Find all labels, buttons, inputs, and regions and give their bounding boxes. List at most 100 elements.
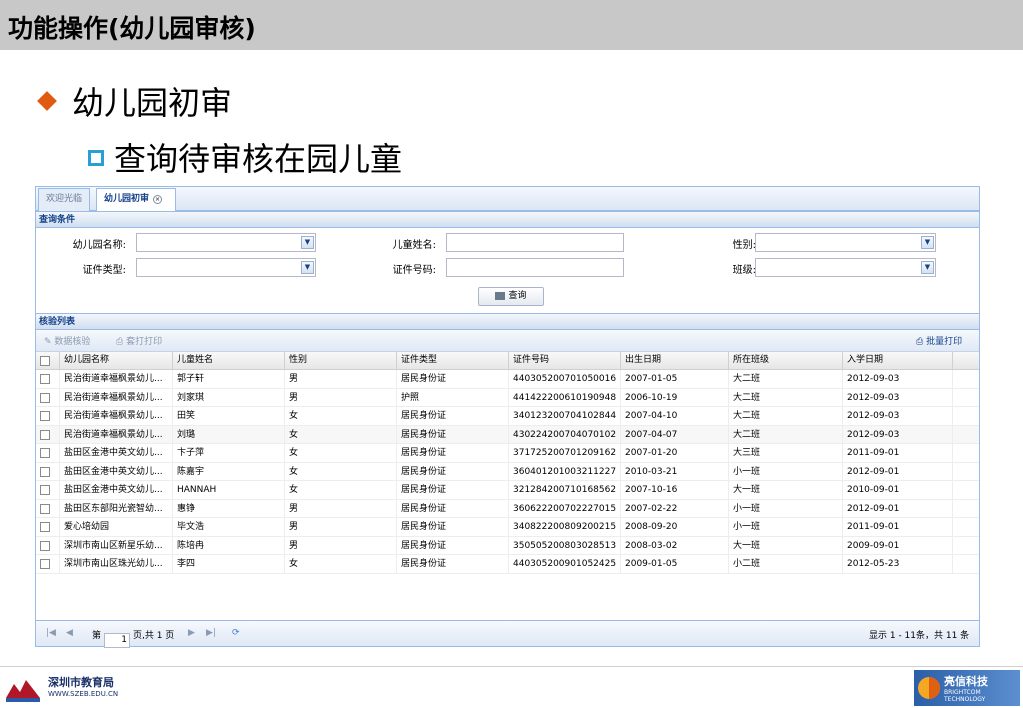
table-row[interactable]: 民治街道幸福枫景幼儿... 刘璐女居民身份证 430224200704070102 2… [36,425,979,444]
close-tab-icon[interactable]: × [153,195,163,204]
table-cell: 2011-09-01 [843,518,953,536]
table-cell: 大二班 [729,370,843,388]
table-row[interactable]: 盐田区东部阳光瓷智幼... 惠铮男居民身份证 360622200702227015 2… [36,499,979,518]
chevron-down-icon[interactable]: ▼ [921,236,934,249]
table-cell: 371725200701209162 [509,444,621,462]
kindergarten-select[interactable]: ▼ [136,233,316,252]
grid-body: 民治街道幸福枫景幼儿... 郭子轩男居民身份证 440305200701050016… [36,370,979,574]
next-page-icon[interactable]: ▶ [188,628,195,638]
row-select-cell [36,481,60,499]
table-row[interactable]: 盐田区金港中英文幼儿... HANNAH 女居民身份证 321284200710168… [36,481,979,500]
first-page-icon[interactable]: |◀ [46,628,56,638]
column-header[interactable]: 儿童姓名 [173,352,285,369]
gender-select[interactable]: ▼ [755,233,936,252]
table-cell: 居民身份证 [397,444,509,462]
table-cell: 女 [285,425,397,443]
table-row[interactable]: 盐田区金港中英文幼儿... 卞子萍女居民身份证 371725200701209162… [36,444,979,463]
select-all-cell [36,352,60,369]
table-row[interactable]: 民治街道幸福枫景幼儿... 刘家琪男护照 441422200610190948 200… [36,388,979,407]
verify-label: 数据核验 [54,337,91,347]
table-row[interactable]: 民治街道幸福枫景幼儿... 田笑女居民身份证 340123200704102844 2… [36,407,979,426]
row-checkbox[interactable] [40,540,50,551]
table-cell: 大二班 [729,388,843,406]
child-name-input[interactable] [446,233,624,252]
row-checkbox[interactable] [40,429,50,440]
column-header[interactable]: 证件类型 [397,352,509,369]
row-select-cell [36,444,60,462]
table-cell: 盐田区东部阳光瓷智幼... [60,499,173,517]
verify-button[interactable]: ✎ 数据核验 [44,334,90,347]
chevron-down-icon[interactable]: ▼ [921,261,934,274]
table-row[interactable]: 深圳市南山区新星乐幼... 陈培冉男居民身份证 350505200803028513… [36,536,979,555]
pager-summary: 显示 1 - 11条，共 11 条 [869,631,970,641]
row-select-cell [36,425,60,443]
table-row[interactable]: 盐田区金港中英文幼儿... 陈嘉宇女居民身份证 360401201003211227… [36,462,979,481]
table-cell: 刘璐 [173,425,285,443]
table-cell: 2009-09-01 [843,536,953,554]
column-header[interactable]: 入学日期 [843,352,953,369]
column-header[interactable]: 所在班级 [729,352,843,369]
app-window: 欢迎光临 幼儿园初审 × 查询条件 幼儿园名称: ▼ 儿童姓名: 性别: ▼ 证件… [35,186,980,648]
column-header[interactable]: 证件号码 [509,352,621,369]
batch-print-button[interactable]: ⎙ 批量打印 [916,334,962,347]
table-cell: 女 [285,481,397,499]
row-checkbox[interactable] [40,448,50,458]
bullet-level2: 查询待审核在园儿童 [88,134,402,180]
table-cell: 2012-09-01 [843,462,953,480]
refresh-icon[interactable]: ⟳ [232,628,240,638]
table-cell: 居民身份证 [397,481,509,499]
table-cell: 民治街道幸福枫景幼儿... [60,370,173,388]
prev-page-icon[interactable]: ◀ [66,628,73,638]
row-checkbox[interactable] [40,559,50,569]
page-suffix: 页,共 1 页 [133,631,175,641]
row-checkbox[interactable] [40,485,50,495]
column-header[interactable]: 性别 [285,352,397,369]
row-checkbox[interactable] [40,374,50,384]
select-all-checkbox[interactable] [40,356,50,366]
row-select-cell [36,370,60,388]
id-number-input[interactable] [446,258,624,277]
row-checkbox[interactable] [40,411,50,421]
query-form: 幼儿园名称: ▼ 儿童姓名: 性别: ▼ 证件类型: ▼ 证件号码: 班级: ▼… [36,228,979,313]
table-cell: 男 [285,536,397,554]
table-cell: 2012-09-03 [843,425,953,443]
class-select[interactable]: ▼ [755,258,936,277]
row-checkbox[interactable] [40,522,50,532]
table-cell: 居民身份证 [397,462,509,480]
table-cell: 民治街道幸福枫景幼儿... [60,388,173,406]
column-header[interactable]: 出生日期 [621,352,729,369]
row-checkbox[interactable] [40,466,50,477]
table-cell: 盐田区金港中英文幼儿... [60,481,173,499]
table-cell: 大一班 [729,536,843,554]
table-cell: 340822200809200215 [509,518,621,536]
table-cell: 田笑 [173,407,285,425]
chevron-down-icon[interactable]: ▼ [301,236,314,249]
table-cell: 2007-02-22 [621,499,729,517]
table-cell: 360622200702227015 [509,499,621,517]
table-cell: 2007-04-07 [621,425,729,443]
result-grid: 幼儿园名称 儿童姓名 性别 证件类型 证件号码 出生日期 所在班级 入学日期 民… [36,352,979,574]
table-cell: 爱心培幼园 [60,518,173,536]
table-row[interactable]: 民治街道幸福枫景幼儿... 郭子轩男居民身份证 440305200701050016… [36,370,979,389]
table-cell: 郭子轩 [173,370,285,388]
table-cell: 男 [285,388,397,406]
chevron-down-icon[interactable]: ▼ [301,261,314,274]
row-select-cell [36,388,60,406]
row-select-cell [36,555,60,573]
table-row[interactable]: 爱心培幼园 毕文浩男居民身份证 340822200809200215 2008-09-… [36,518,979,537]
row-checkbox[interactable] [40,503,50,514]
last-page-icon[interactable]: ▶| [206,628,216,638]
row-checkbox[interactable] [40,392,50,403]
query-button[interactable]: 查询 [478,287,544,306]
table-cell: 大二班 [729,425,843,443]
tab-kindergarten-review[interactable]: 幼儿园初审 × [96,188,176,211]
table-cell: 360401201003211227 [509,462,621,480]
szeb-emblem-icon [6,680,40,702]
id-type-select[interactable]: ▼ [136,258,316,277]
column-header[interactable]: 幼儿园名称 [60,352,173,369]
row-select-cell [36,407,60,425]
tab-welcome[interactable]: 欢迎光临 [38,188,91,211]
table-row[interactable]: 深圳市南山区珠光幼儿... 李四女居民身份证 440305200901052425 2… [36,555,979,574]
print-button[interactable]: ⎙ 套打打印 [116,334,162,347]
table-cell: HANNAH [173,481,285,499]
